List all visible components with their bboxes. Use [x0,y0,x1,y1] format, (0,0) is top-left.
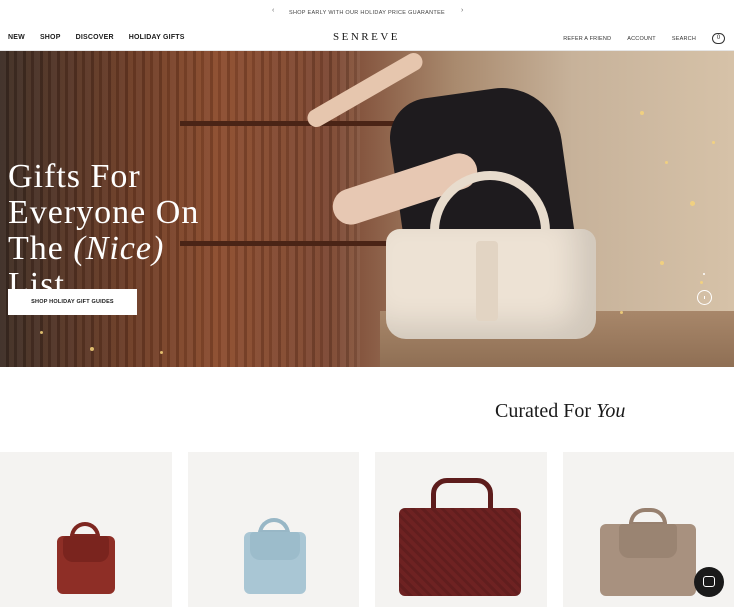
sparkle [160,351,163,354]
brand-logo[interactable]: SENREVE [333,31,400,43]
nav-new[interactable]: NEW [8,34,25,41]
nav-holiday-gifts[interactable]: HOLIDAY GIFTS [129,34,185,41]
slide-indicator-dot[interactable] [703,273,705,275]
nav-discover[interactable]: DISCOVER [76,34,114,41]
burgundy-croc-tote-icon [399,508,521,596]
utility-nav: REFER A FRIEND ACCOUNT SEARCH [547,36,696,42]
chat-bubble-icon [703,576,715,587]
sparkle [700,281,703,284]
pause-icon-bar [704,296,705,299]
nav-shop[interactable]: SHOP [40,34,61,41]
announcement-prev-icon[interactable]: ‹ [272,7,274,14]
site-header: NEW SHOP DISCOVER HOLIDAY GIFTS SENREVE … [0,26,734,51]
product-card[interactable] [375,452,547,607]
sparkle [90,347,94,351]
section-title-prefix: Curated For [495,400,597,422]
shop-gift-guides-button[interactable]: SHOP HOLIDAY GIFT GUIDES [8,289,137,315]
search-link[interactable]: SEARCH [672,36,696,42]
hero-bag-strap [476,241,498,321]
hero-title-nice: (Nice) [73,230,165,267]
sparkle [665,161,668,164]
hero-title-line: The (Nice) [8,231,199,267]
cart-icon[interactable]: 0 [712,33,725,44]
hero-title-line: Gifts For [8,158,141,195]
hero-title-the: The [8,230,74,267]
section-title-italic: You [596,400,626,422]
product-card[interactable] [188,452,359,607]
section-title: Curated For You [495,400,625,423]
product-card[interactable] [0,452,172,607]
slideshow-pause-icon[interactable] [697,290,712,305]
bag-flap [63,536,109,562]
chat-icon[interactable] [694,567,724,597]
sparkle [660,261,664,265]
bag-flap [619,524,677,558]
sparkle [712,141,715,144]
bag-flap [250,532,300,560]
sparkle [40,331,43,334]
announcement-next-icon[interactable]: › [461,7,463,14]
hero-title: Gifts For Everyone On The (Nice) List [8,159,199,303]
sparkle [690,201,695,206]
refer-a-friend-link[interactable]: REFER A FRIEND [563,36,611,42]
account-link[interactable]: ACCOUNT [627,36,656,42]
sparkle [640,111,644,115]
main-nav: NEW SHOP DISCOVER HOLIDAY GIFTS [8,34,200,41]
product-carousel [0,452,734,607]
hero-title-line: Everyone On [8,194,200,231]
announcement-bar: ‹ SHOP EARLY WITH OUR HOLIDAY PRICE GUAR… [0,0,734,26]
sparkle [620,311,623,314]
hero-banner: Gifts For Everyone On The (Nice) List [0,51,734,367]
announcement-text: SHOP EARLY WITH OUR HOLIDAY PRICE GUARAN… [288,10,446,16]
